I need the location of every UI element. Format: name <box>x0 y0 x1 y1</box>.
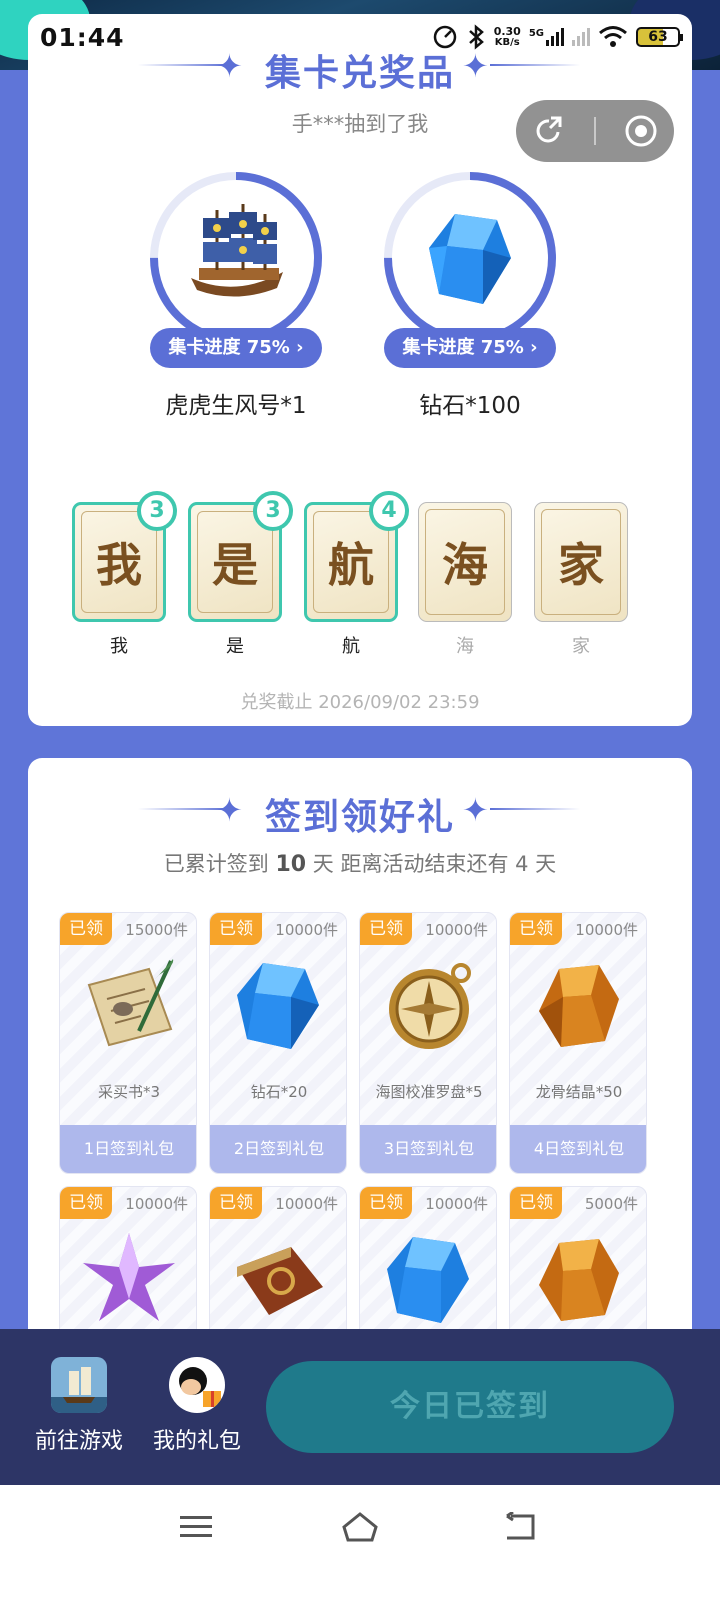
card-count-badge: 4 <box>369 491 409 531</box>
signin-panel: ✦ 签到领好礼 ✦ 已累计签到 10 天 距离活动结束还有 4 天 已领 150… <box>28 758 692 1378</box>
home-button[interactable] <box>330 1507 390 1547</box>
card-label: 是 <box>226 636 244 657</box>
signin-stats: 已累计签到 10 天 距离活动结束还有 4 天 <box>163 852 557 877</box>
gift-day-label: 3日签到礼包 <box>360 1125 496 1173</box>
collect-card-jia[interactable]: 家 <box>534 502 628 622</box>
claimed-badge: 已领 <box>60 913 112 945</box>
claimed-badge: 已领 <box>60 1187 112 1219</box>
gift-name: 海图校准罗盘*5 <box>375 1083 483 1101</box>
diamond-icon <box>387 1237 469 1323</box>
card-label: 家 <box>572 636 590 657</box>
go-to-game-button[interactable]: 前往游戏 <box>24 1357 134 1455</box>
redeem-deadline: 兑奖截止 2026/09/02 23:59 <box>240 692 480 713</box>
mini-program-capsule <box>516 100 674 162</box>
prize-progress-pill[interactable]: 集卡进度 75% › <box>150 328 322 368</box>
signin-gift-day-2[interactable]: 已领 10000件 钻石*20 2日签到礼包 <box>209 912 347 1174</box>
menu-button[interactable] <box>166 1507 226 1547</box>
close-button[interactable] <box>619 109 663 153</box>
prize-progress-pill[interactable]: 集卡进度 75% › <box>384 328 556 368</box>
claimed-badge: 已领 <box>360 913 412 945</box>
speedometer-icon <box>433 25 456 49</box>
avatar-gift-icon <box>169 1357 225 1413</box>
diamond-icon <box>237 963 319 1049</box>
target-icon <box>625 115 657 147</box>
prize-name: 虎虎生风号*1 <box>165 393 307 419</box>
signal-icon <box>546 28 564 46</box>
ship-icon <box>191 204 283 297</box>
gift-quantity: 10000件 <box>125 1195 188 1213</box>
chevron-right-icon: › <box>530 337 538 358</box>
gift-name: 龙骨结晶*50 <box>535 1083 623 1101</box>
card-count-badge: 3 <box>137 491 177 531</box>
section-title: 签到领好礼 <box>264 797 455 838</box>
collect-card-shi[interactable]: 是 3 <box>188 491 293 622</box>
amber-crystal-icon <box>539 965 619 1047</box>
prize-item[interactable]: 集卡进度 75% › 虎虎生风号*1 <box>148 170 324 419</box>
my-gifts-label: 我的礼包 <box>152 1429 241 1454</box>
signin-gift-day-1[interactable]: 已领 15000件 采买书*3 1日签到礼包 <box>59 912 197 1174</box>
card-label: 我 <box>110 636 128 657</box>
back-icon <box>506 1512 535 1540</box>
share-icon <box>536 116 562 143</box>
compass-icon <box>389 963 471 1049</box>
signal-2-icon <box>572 28 590 46</box>
prize-name: 钻石*100 <box>419 393 521 419</box>
claimed-badge: 已领 <box>510 1187 562 1219</box>
bottom-action-bar: 前往游戏 我的礼包 今日已签到 <box>0 1329 720 1485</box>
gift-quantity: 10000件 <box>425 921 488 939</box>
game-ship-icon <box>51 1357 107 1413</box>
net-speed-unit: KB/s <box>494 37 520 48</box>
gift-quantity: 15000件 <box>125 921 188 939</box>
amber-crystal-icon <box>539 1239 619 1321</box>
battery-icon: 63 <box>636 27 683 47</box>
system-nav-bar <box>0 1485 720 1600</box>
status-time: 01:44 <box>40 22 125 52</box>
wifi-icon <box>599 26 627 47</box>
gift-quantity: 10000件 <box>275 1195 338 1213</box>
diamond-icon <box>429 214 511 304</box>
home-icon <box>342 1512 378 1542</box>
gift-day-label: 4日签到礼包 <box>510 1125 646 1173</box>
signin-gift-day-3[interactable]: 已领 10000件 海图校准罗盘*5 3日签到礼包 <box>359 912 497 1174</box>
purple-star-crystal-icon <box>83 1233 175 1321</box>
gift-quantity: 10000件 <box>275 921 338 939</box>
book-icon <box>237 1247 323 1315</box>
gift-name: 采买书*3 <box>97 1083 161 1101</box>
gift-quantity: 5000件 <box>584 1195 638 1213</box>
claimed-badge: 已领 <box>210 1187 262 1219</box>
back-button[interactable] <box>490 1507 550 1547</box>
network-type: 5G <box>528 28 544 39</box>
menu-icon <box>180 1516 212 1537</box>
claimed-badge: 已领 <box>510 913 562 945</box>
collect-card-hai[interactable]: 海 <box>418 502 512 622</box>
gift-quantity: 10000件 <box>575 921 638 939</box>
share-button[interactable] <box>527 109 571 153</box>
collect-card-wo[interactable]: 我 3 <box>72 491 177 622</box>
card-character: 家 <box>541 509 621 615</box>
card-label: 海 <box>456 636 474 657</box>
gift-day-label: 1日签到礼包 <box>60 1125 196 1173</box>
card-count-badge: 3 <box>253 491 293 531</box>
claimed-badge: 已领 <box>360 1187 412 1219</box>
signin-days-count: 10 <box>275 852 307 877</box>
chevron-right-icon: › <box>296 337 304 358</box>
net-speed-value: 0.30 <box>493 25 521 38</box>
prize-item[interactable]: 集卡进度 75% › 钻石*100 <box>382 170 558 419</box>
scroll-icon <box>87 959 174 1047</box>
my-gifts-button[interactable]: 我的礼包 <box>142 1357 252 1455</box>
gift-name: 钻石*20 <box>250 1083 308 1101</box>
gift-quantity: 10000件 <box>425 1195 488 1213</box>
status-bar: 01:44 0.30 KB/s 5G 63 <box>28 14 692 60</box>
gift-day-label: 2日签到礼包 <box>210 1125 346 1173</box>
go-to-game-label: 前往游戏 <box>34 1429 123 1454</box>
signin-gift-day-4[interactable]: 已领 10000件 龙骨结晶*50 4日签到礼包 <box>509 912 647 1174</box>
claimed-badge: 已领 <box>210 913 262 945</box>
collect-card-hang[interactable]: 航 4 <box>304 491 409 622</box>
sparkle-icon: ✦ <box>462 791 489 829</box>
checkin-today-button[interactable]: 今日已签到 <box>266 1361 674 1453</box>
card-character: 海 <box>425 509 505 615</box>
bluetooth-icon <box>468 24 484 50</box>
card-label: 航 <box>342 636 360 657</box>
